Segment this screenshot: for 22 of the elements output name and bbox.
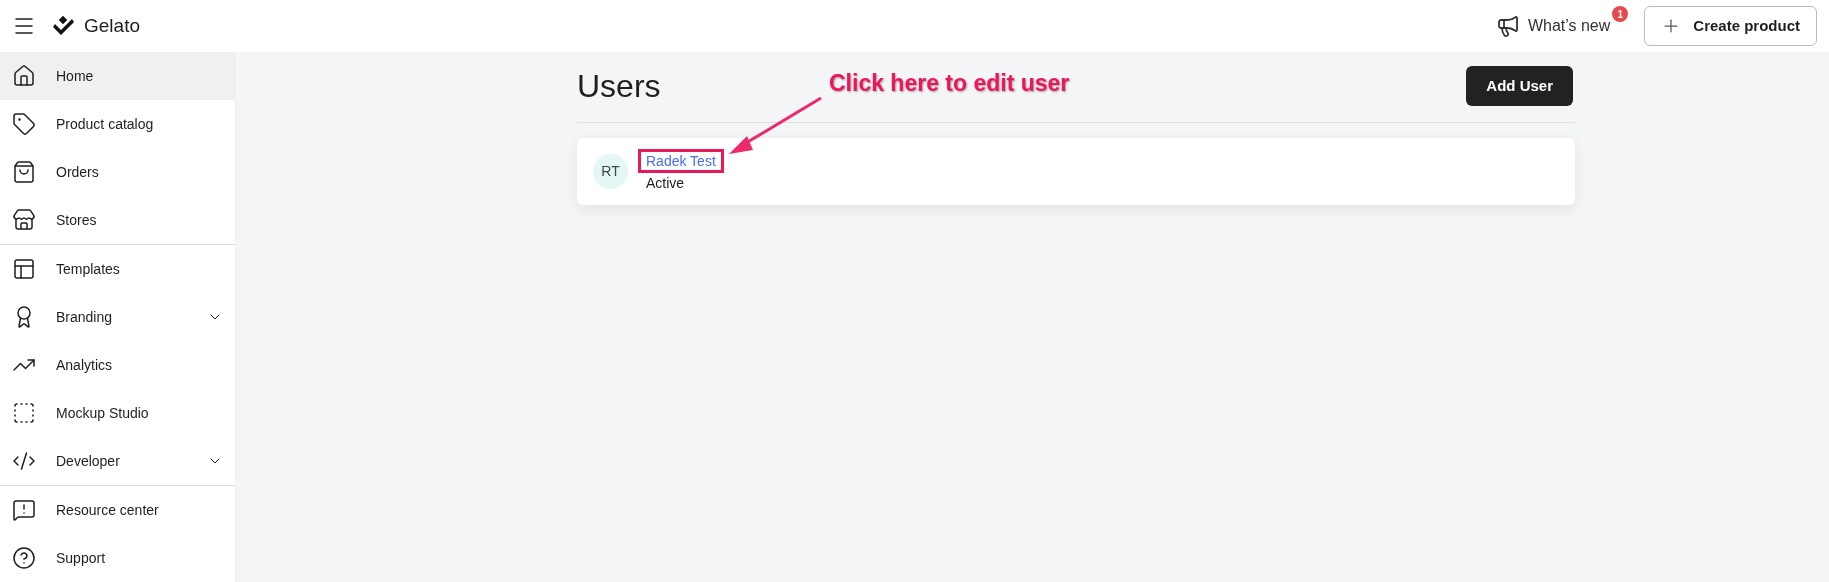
user-avatar: RT (593, 154, 628, 189)
shopping-bag-icon (12, 160, 36, 184)
dashed-square-icon (12, 401, 36, 425)
user-name-link[interactable]: Radek Test (638, 149, 724, 173)
message-info-icon (12, 498, 36, 522)
page-title: Users (577, 67, 661, 106)
tag-icon (12, 112, 36, 136)
logo-text: Gelato (84, 13, 140, 38)
store-icon (12, 208, 36, 232)
megaphone-icon (1495, 14, 1520, 38)
logo-icon (52, 14, 76, 38)
add-user-button[interactable]: Add User (1466, 66, 1573, 106)
create-product-button[interactable]: Create product (1644, 6, 1817, 46)
annotation-text: Click here to edit user (829, 69, 1070, 98)
sidebar-item[interactable]: Home (0, 52, 235, 100)
notification-badge: 1 (1612, 6, 1629, 22)
help-icon (12, 546, 36, 570)
code-icon (12, 449, 36, 473)
whats-new-link[interactable]: What’s new (1495, 14, 1611, 38)
user-status: Active (645, 174, 686, 193)
layout-icon (12, 257, 36, 281)
home-icon (12, 64, 36, 88)
